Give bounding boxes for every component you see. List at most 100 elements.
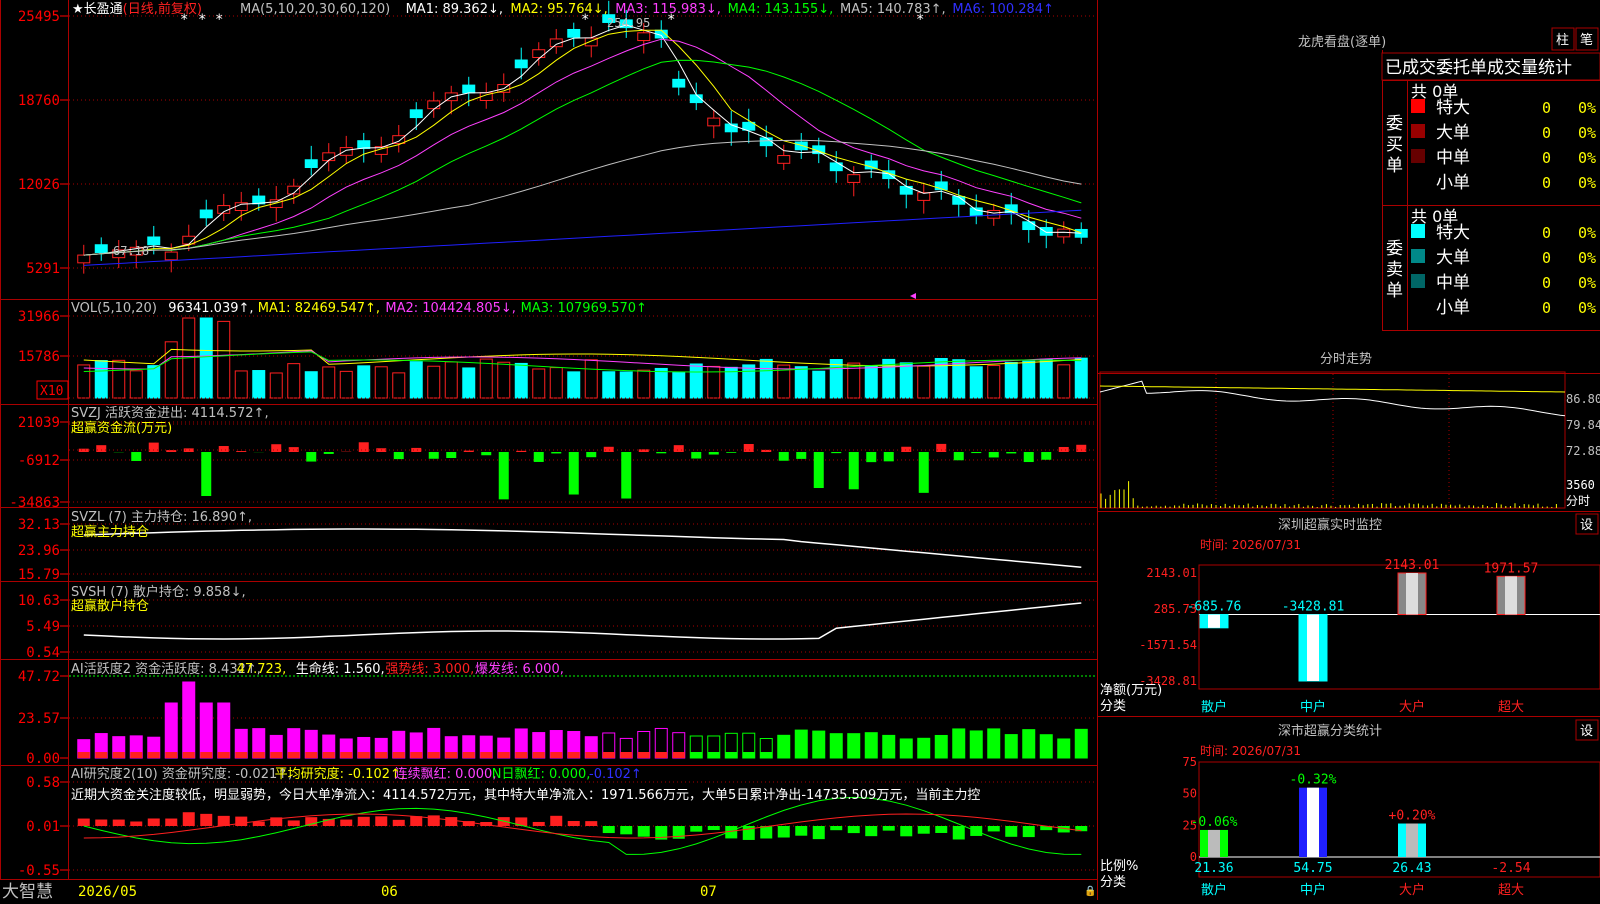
svzj-panel[interactable]: SVZJ 活跃资金进出: 4114.572↑,21039-6912-34863 xyxy=(9,405,1097,511)
volume-bar xyxy=(375,367,387,398)
activity-base xyxy=(95,752,107,758)
legend-item: MA2: 95.764↓, xyxy=(510,2,607,17)
ai-research-panel[interactable]: AI研究度2(10) 资金研究度: -0.021↑,平均研究度: -0.102↑… xyxy=(18,766,1097,879)
legend-item: SVZJ 活跃资金进出: 4114.572↑, xyxy=(71,405,269,421)
flow-bar-in xyxy=(674,445,684,452)
activity-base xyxy=(305,752,317,758)
volume-bar xyxy=(340,371,352,398)
vol-ma-line xyxy=(84,352,1082,372)
legend-swatch xyxy=(1411,274,1425,288)
legend-item: 平均研究度: -0.102↑, xyxy=(275,766,405,782)
research-bar xyxy=(830,826,842,830)
activity-base xyxy=(183,752,195,758)
flow-bar-out xyxy=(884,452,894,461)
szm-bar-shine xyxy=(1208,615,1220,628)
volume-panel[interactable]: VOL(5,10,20)96341.039↑,MA1: 82469.547↑,M… xyxy=(18,301,1097,398)
side-label-char: 买 xyxy=(1386,135,1403,155)
stock-name[interactable]: ★长盈通(日线,前复权) xyxy=(72,1,202,17)
flow-bar-out xyxy=(656,452,666,453)
activity-base xyxy=(1058,752,1070,758)
szc-value-label: 26.43 xyxy=(1392,861,1431,876)
activity-base xyxy=(235,752,247,758)
order-count: 0 xyxy=(1542,124,1551,142)
y-tick-label: 23.96 xyxy=(18,543,60,559)
dzh-terminal-window: MA(5,10,20,30,60,120)MA1: 89.362↓,MA2: 9… xyxy=(0,0,1600,900)
svzl-panel[interactable]: SVZL (7) 主力持仓: 16.890↑,32.1323.9615.79 xyxy=(18,510,1097,583)
flow-bar-in xyxy=(464,451,474,452)
volume-bar xyxy=(603,372,615,398)
research-comment: 近期大资金关注度较低，明显弱势，今日大单净流入：4114.572万元，其中特大单… xyxy=(71,787,980,803)
y-tick-label: 12026 xyxy=(18,177,60,193)
min-price-label: 67.18 xyxy=(113,244,149,258)
activity-base xyxy=(165,752,177,758)
research-bar xyxy=(288,820,300,826)
candle-body xyxy=(358,141,370,149)
candle-body xyxy=(778,156,790,164)
legend-item: MA1: 82469.547↑, xyxy=(258,301,380,316)
szc-xlabel: 分类 xyxy=(1100,875,1126,890)
volume-bar xyxy=(743,365,755,398)
activity-base xyxy=(428,752,440,758)
candle-body xyxy=(323,153,335,161)
activity-base xyxy=(673,752,685,758)
volume-bar xyxy=(1005,362,1017,398)
y-tick-label: -0.55 xyxy=(18,863,60,879)
volume-bar xyxy=(620,372,632,398)
legend-item: MA3: 107969.570↑ xyxy=(521,301,647,316)
svsh-panel[interactable]: SVSH (7) 散户持仓: 9.858↓,10.635.490.54 xyxy=(18,584,1097,661)
activity-base xyxy=(743,752,755,758)
y-tick-label: 25495 xyxy=(18,9,60,25)
y-tick-label: -6912 xyxy=(18,453,60,469)
main-chart-area[interactable]: MA(5,10,20,30,60,120)MA1: 89.362↓,MA2: 9… xyxy=(0,0,1600,900)
lock-icon[interactable]: 🔒 xyxy=(1084,885,1096,897)
flow-bar-in xyxy=(236,451,246,452)
szm-bar-label: -685.76 xyxy=(1187,600,1242,615)
research-bar xyxy=(428,815,440,826)
legend-swatch xyxy=(1411,224,1425,238)
flow-bar-out xyxy=(866,452,876,462)
price-panel[interactable]: MA(5,10,20,30,60,120)MA1: 89.362↓,MA2: 9… xyxy=(18,1,1097,299)
volume-bar xyxy=(165,342,177,398)
legend-item: 强势线: 3.000, xyxy=(385,661,474,677)
activity-bar xyxy=(200,703,212,758)
activity-base xyxy=(410,752,422,758)
order-size-label: 小单 xyxy=(1436,298,1470,318)
intraday-vol-tick: 3560 xyxy=(1566,478,1595,492)
candle-body xyxy=(410,110,422,118)
activity-base xyxy=(393,752,405,758)
y-tick-label: 0.00 xyxy=(26,751,60,767)
flow-bar-out xyxy=(709,452,719,455)
flow-bar-out xyxy=(919,452,929,493)
legend-item: N日飘红: 0.000, xyxy=(492,766,591,782)
legend-item: MA5: 140.783↑, xyxy=(840,2,946,17)
side-label-char: 委 xyxy=(1386,114,1403,134)
flow-bar-in xyxy=(744,444,754,452)
candle-body xyxy=(970,208,982,216)
szm-xlabel: 分类 xyxy=(1100,699,1126,714)
flow-bar-out xyxy=(849,452,859,489)
ai-activity-panel[interactable]: AI活跃度2 资金活跃度: 8.432↑,47.723,生命线: 1.560,强… xyxy=(18,661,1097,767)
szm-bar-shine xyxy=(1307,615,1319,681)
volume-bar xyxy=(480,359,492,398)
research-bar xyxy=(1023,826,1035,837)
volume-bar xyxy=(690,364,702,398)
sz-monitor-panel[interactable]: 2143.01285.73-1571.54-3428.81-685.76散户-3… xyxy=(1139,558,1600,715)
sz-class-panel[interactable]: 7550250-0.06%21.36散户-0.32%54.75中户+0.20%2… xyxy=(1183,755,1600,898)
szm-settings-label: 设 xyxy=(1580,518,1593,533)
candle-body xyxy=(165,252,177,260)
activity-base xyxy=(900,752,912,758)
order-pct: 0% xyxy=(1578,224,1596,242)
volume-bar xyxy=(235,371,247,398)
activity-base xyxy=(883,752,895,758)
candle-body xyxy=(848,175,860,183)
activity-base xyxy=(218,752,230,758)
lhb-tabs[interactable]: 已成交委托单成交量统计 xyxy=(1385,58,1572,78)
research-bar xyxy=(760,826,772,838)
activity-base xyxy=(1040,752,1052,758)
y-tick-label: 32.13 xyxy=(18,517,60,533)
research-bar xyxy=(953,826,965,839)
y-tick-label: 47.72 xyxy=(18,669,60,685)
szm-y-label: -1571.54 xyxy=(1139,638,1197,652)
flow-bar-in xyxy=(166,450,176,452)
activity-base xyxy=(760,752,772,758)
